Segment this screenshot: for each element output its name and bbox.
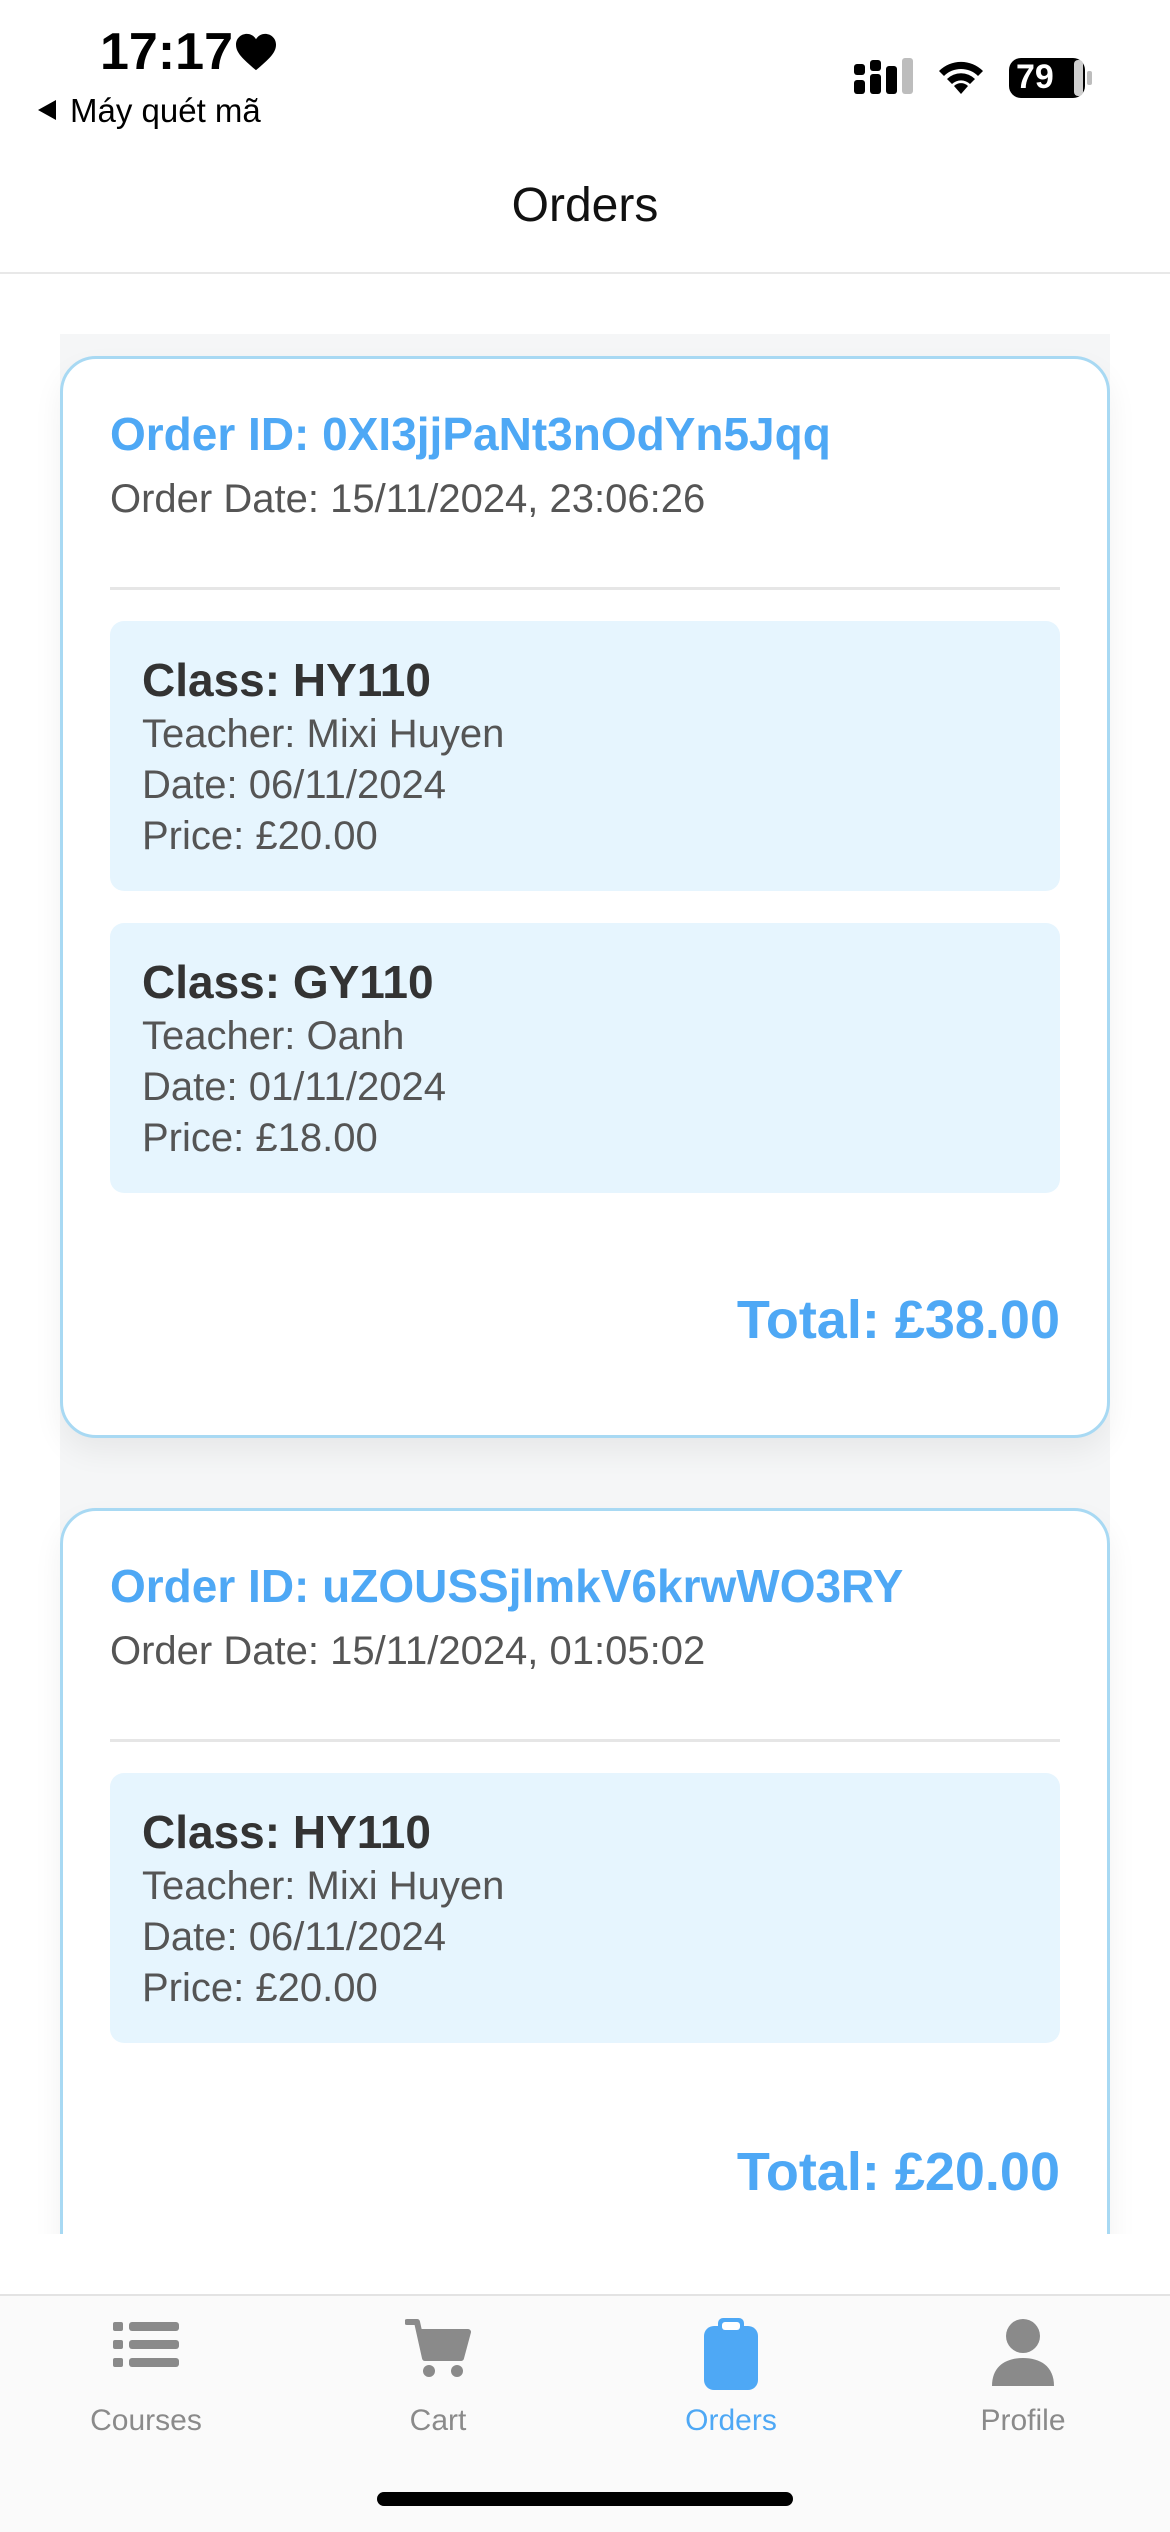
orders-list[interactable]: Order ID: 0XI3jjPaNt3nOdYn5Jqq Order Dat… <box>0 276 1170 2234</box>
order-total: Total: £20.00 <box>736 2142 1060 2202</box>
back-arrow-icon <box>38 100 56 120</box>
order-item: Class: GY110 Teacher: Oanh Date: 01/11/2… <box>110 923 1060 1193</box>
order-card: Order ID: uZOUSSjlmkV6krwWO3RY Order Dat… <box>60 1508 1110 2234</box>
order-item: Class: HY110 Teacher: Mixi Huyen Date: 0… <box>110 1773 1060 2043</box>
tab-label: Profile <box>980 2404 1066 2437</box>
tab-label: Cart <box>409 2404 467 2437</box>
item-class: Class: HY110 <box>142 1806 431 1858</box>
item-date: Date: 06/11/2024 <box>142 763 446 807</box>
tab-courses[interactable]: Courses <box>0 2296 292 2446</box>
order-card: Order ID: 0XI3jjPaNt3nOdYn5Jqq Order Dat… <box>60 356 1110 1438</box>
battery-indicator: 79 <box>1008 56 1094 105</box>
battery-level: 79 <box>1016 58 1054 96</box>
page-title: Orders <box>511 179 659 232</box>
tab-profile[interactable]: Profile <box>877 2296 1169 2446</box>
order-date: Order Date: 15/11/2024, 01:05:02 <box>110 1629 706 1673</box>
status-bar: 17:17 Máy quét mã 79 <box>0 0 1170 140</box>
back-app-label: Máy quét mã <box>70 92 261 129</box>
item-price: Price: £18.00 <box>142 1116 378 1160</box>
clipboard-icon <box>704 2318 758 2390</box>
item-teacher: Teacher: Mixi Huyen <box>142 1864 505 1908</box>
tab-label: Courses <box>90 2404 202 2437</box>
cart-icon <box>405 2319 471 2377</box>
item-price: Price: £20.00 <box>142 1966 378 2010</box>
item-date: Date: 06/11/2024 <box>142 1915 446 1959</box>
person-icon <box>992 2319 1054 2386</box>
wifi-icon <box>939 61 983 94</box>
item-teacher: Teacher: Oanh <box>142 1014 405 1058</box>
tab-orders[interactable]: Orders <box>585 2296 877 2446</box>
order-total: Total: £38.00 <box>736 1290 1060 1350</box>
item-class: Class: HY110 <box>142 654 431 706</box>
tab-cart[interactable]: Cart <box>292 2296 584 2446</box>
item-teacher: Teacher: Mixi Huyen <box>142 712 505 756</box>
divider <box>110 1739 1060 1742</box>
order-id: Order ID: 0XI3jjPaNt3nOdYn5Jqq <box>110 408 831 460</box>
list-icon <box>113 2322 179 2367</box>
order-item: Class: HY110 Teacher: Mixi Huyen Date: 0… <box>110 621 1060 891</box>
home-indicator[interactable] <box>377 2492 793 2506</box>
item-price: Price: £20.00 <box>142 814 378 858</box>
divider <box>110 587 1060 590</box>
item-class: Class: GY110 <box>142 956 434 1008</box>
item-date: Date: 01/11/2024 <box>142 1065 446 1109</box>
order-date: Order Date: 15/11/2024, 23:06:26 <box>110 477 706 521</box>
back-to-app-link[interactable]: Máy quét mã <box>38 92 261 130</box>
heart-icon <box>236 33 276 71</box>
nav-header: Orders <box>0 140 1170 274</box>
cellular-signal-icon <box>854 58 913 94</box>
order-id: Order ID: uZOUSSjlmkV6krwWO3RY <box>110 1560 904 1612</box>
orders-screen: 17:17 Máy quét mã 79 Orders Order ID: 0X… <box>0 0 1170 2532</box>
tab-label: Orders <box>685 2404 777 2437</box>
status-time: 17:17 <box>100 23 233 81</box>
